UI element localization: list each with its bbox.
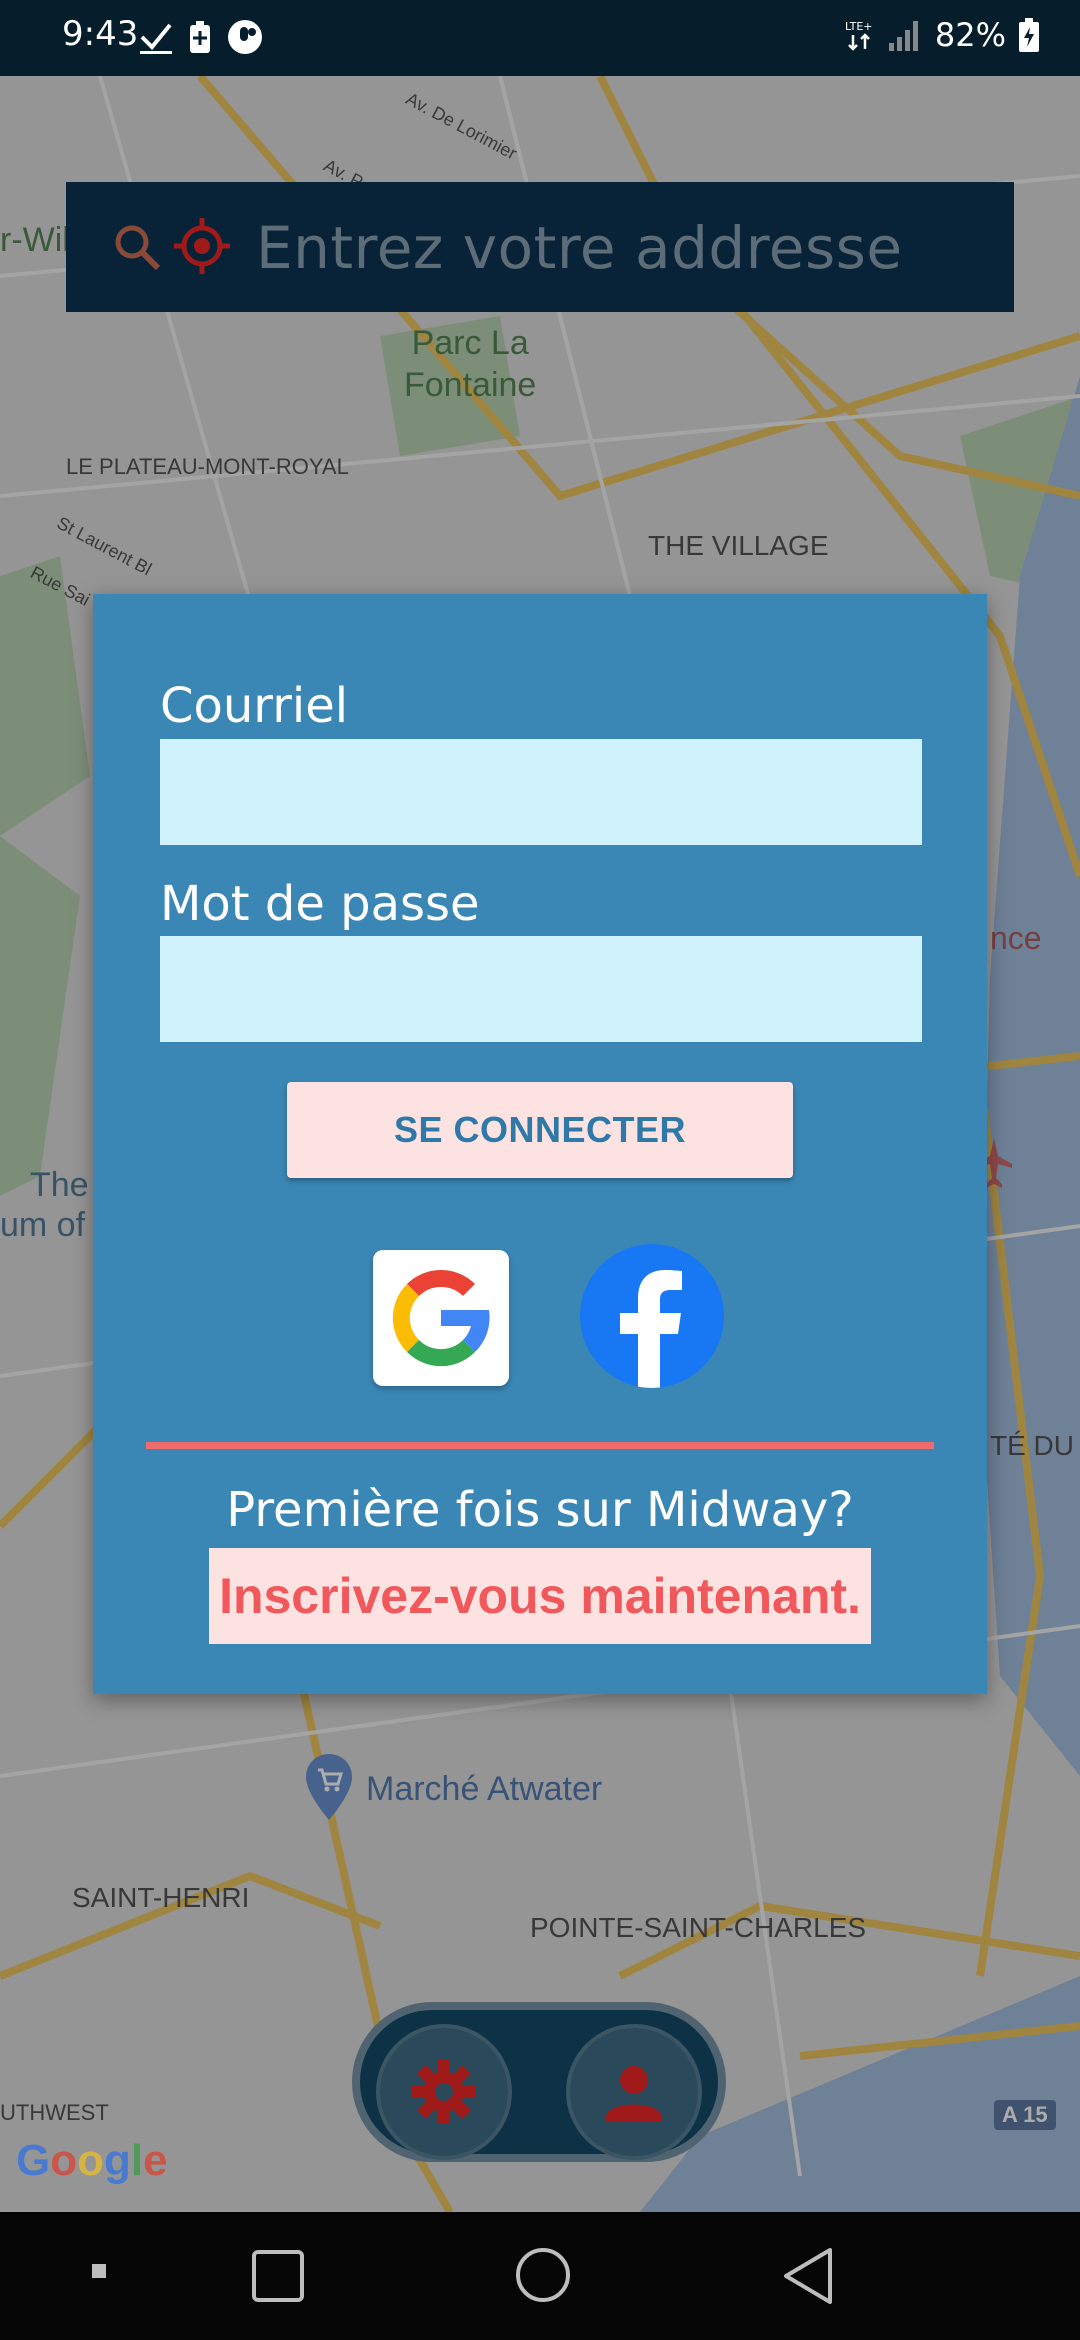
settings-button[interactable] — [380, 2028, 508, 2156]
password-field[interactable] — [160, 936, 922, 1042]
email-field[interactable] — [160, 739, 922, 845]
search-icon — [115, 225, 161, 271]
first-time-text: Première fois sur Midway? — [226, 1482, 854, 1538]
login-dialog: Courriel Mot de passe SE CONNECTER Premi… — [93, 594, 987, 1694]
check-icon — [140, 23, 172, 54]
search-input[interactable]: Entrez votre addresse — [256, 214, 903, 282]
battery-saver-icon — [190, 21, 210, 53]
gear-icon — [412, 2060, 476, 2124]
google-icon — [392, 1269, 490, 1367]
signup-button[interactable]: Inscrivez-vous maintenant. — [209, 1548, 871, 1644]
recents-small-icon[interactable] — [90, 2262, 110, 2282]
system-nav-bar — [0, 2212, 1080, 2340]
signal-icon — [888, 21, 918, 51]
location-target-icon[interactable] — [172, 216, 232, 276]
status-time: 9:43 — [62, 14, 139, 54]
login-button[interactable]: SE CONNECTER — [287, 1082, 793, 1178]
battery-icon — [1019, 18, 1039, 52]
home-icon[interactable] — [514, 2246, 572, 2304]
address-search-bar[interactable]: Entrez votre addresse — [66, 182, 1014, 312]
lte-icon: LTE+ — [845, 20, 873, 51]
password-label: Mot de passe — [160, 876, 480, 932]
status-bar: 9:43 LTE+ 82% — [0, 0, 1080, 76]
google-login-button[interactable] — [373, 1250, 509, 1386]
email-label: Courriel — [160, 678, 349, 734]
back-icon[interactable] — [780, 2246, 836, 2306]
app-icon — [228, 20, 262, 54]
facebook-login-button[interactable] — [580, 1244, 724, 1388]
overview-icon[interactable] — [250, 2248, 306, 2304]
facebook-icon — [620, 1270, 682, 1388]
user-icon — [606, 2066, 662, 2122]
bottom-controls — [352, 2002, 726, 2162]
divider — [146, 1442, 934, 1449]
battery-percent: 82% — [934, 16, 1006, 54]
google-map-logo: Google — [16, 2136, 168, 2185]
profile-button[interactable] — [570, 2028, 698, 2156]
svg-text:LTE+: LTE+ — [845, 20, 873, 33]
